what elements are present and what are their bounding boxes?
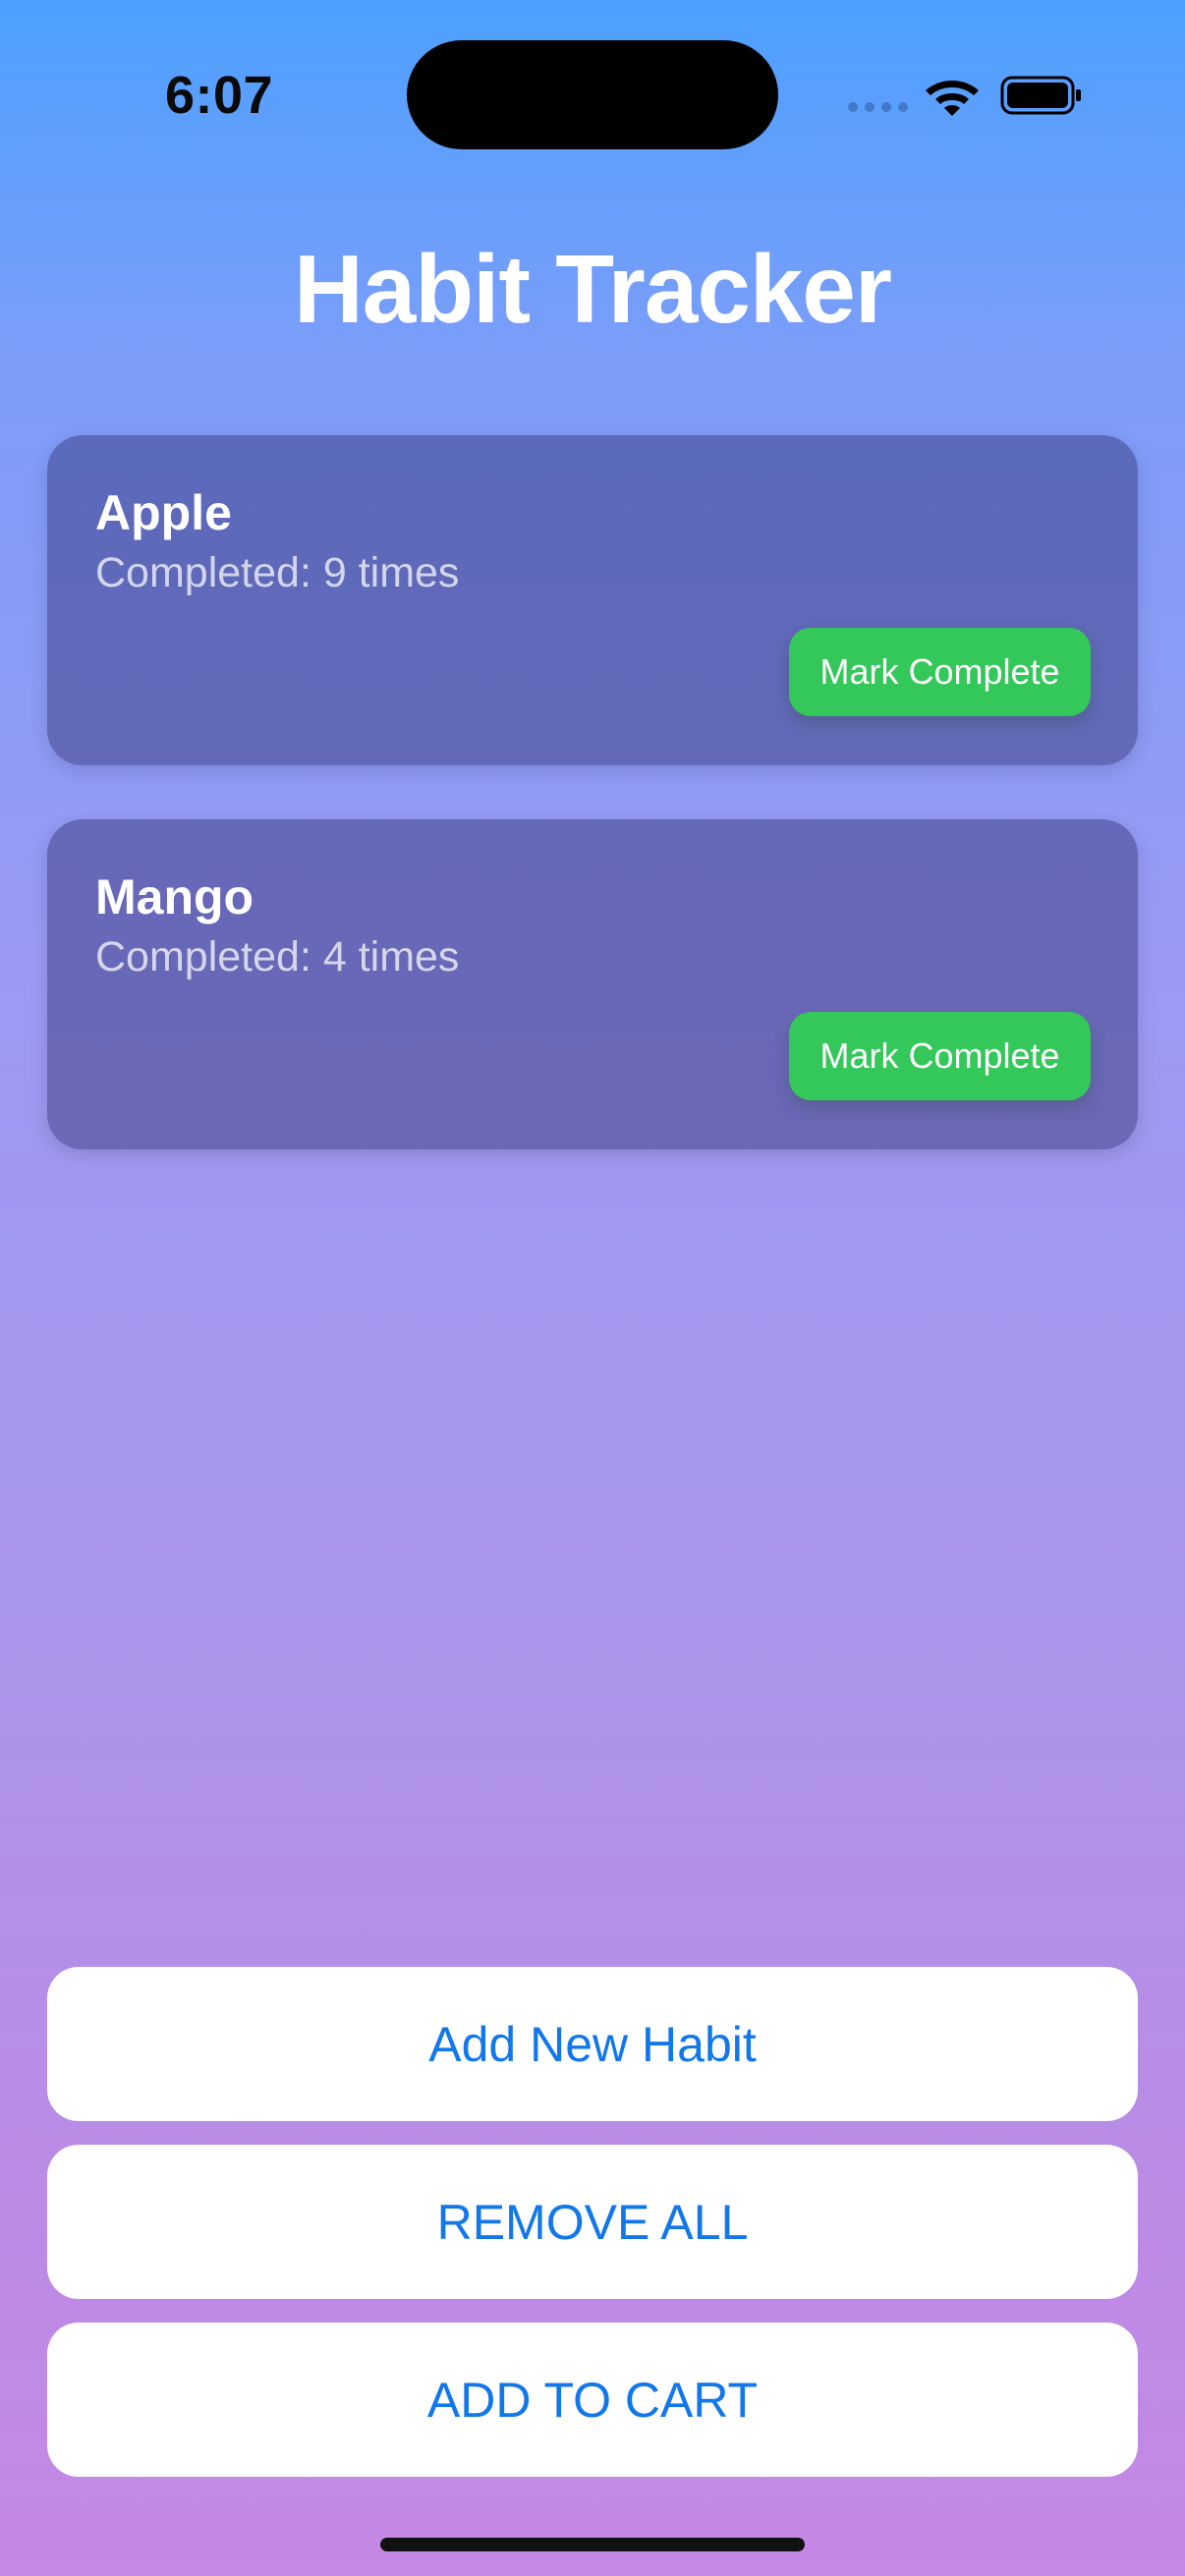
mark-complete-button[interactable]: Mark Complete <box>789 628 1091 716</box>
battery-icon <box>1000 76 1081 115</box>
habit-name: Mango <box>95 869 254 924</box>
habit-card-apple: Apple Completed: 9 times Mark Complete <box>47 435 1138 765</box>
remove-all-button[interactable]: REMOVE ALL <box>47 2145 1138 2299</box>
dynamic-island <box>407 40 778 149</box>
habit-name: Apple <box>95 485 232 540</box>
habit-card-mango: Mango Completed: 4 times Mark Complete <box>47 819 1138 1149</box>
habit-completed-count: Completed: 9 times <box>95 549 460 596</box>
add-to-cart-button[interactable]: ADD TO CART <box>47 2323 1138 2477</box>
status-time: 6:07 <box>165 66 274 125</box>
wifi-icon <box>926 81 979 116</box>
home-indicator <box>380 2538 805 2551</box>
mark-complete-button[interactable]: Mark Complete <box>789 1012 1091 1100</box>
add-new-habit-button[interactable]: Add New Habit <box>47 1967 1138 2121</box>
habit-tracker-screen: 6:07 Habit Tracker Apple Completed: 9 ti… <box>0 0 1185 2576</box>
habit-completed-count: Completed: 4 times <box>95 933 460 980</box>
cellular-icon <box>848 102 908 112</box>
page-title: Habit Tracker <box>294 235 892 343</box>
